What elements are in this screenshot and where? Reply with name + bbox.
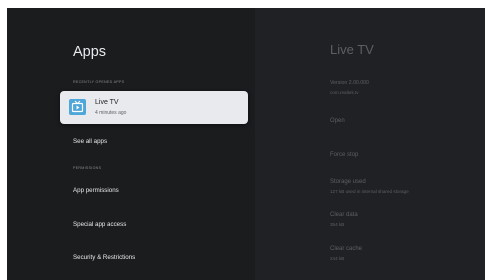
recent-app-name: Live TV: [95, 99, 119, 106]
recent-app-live-tv[interactable]: Live TV 4 minutes ago: [60, 91, 248, 124]
special-app-access[interactable]: Special app access: [73, 221, 126, 228]
tv-screen: Apps RECENTLY OPENED APPS Live TV 4 minu…: [7, 8, 485, 280]
force-stop-button[interactable]: Force stop: [330, 152, 358, 158]
storage-used-detail: 127 kB used in internal shared storage: [330, 189, 409, 194]
security-restrictions[interactable]: Security & Restrictions: [73, 254, 135, 261]
page-title: Apps: [73, 44, 107, 60]
tv-icon: [69, 99, 86, 115]
recent-app-time: 4 minutes ago: [95, 110, 127, 116]
permissions-header: PERMISSIONS: [73, 166, 102, 170]
storage-used-item[interactable]: Storage used: [330, 179, 366, 185]
apps-panel: Apps RECENTLY OPENED APPS Live TV 4 minu…: [7, 8, 255, 280]
clear-cache-button[interactable]: Clear cache: [330, 246, 362, 252]
open-button[interactable]: Open: [330, 118, 345, 124]
clear-cache-size: 244 kB: [330, 256, 345, 261]
clear-data-button[interactable]: Clear data: [330, 212, 358, 218]
app-info-title: Live TV: [330, 42, 374, 57]
clear-data-size: 354 kB: [330, 222, 345, 227]
app-package: com.realtek.tv: [330, 90, 359, 95]
app-permissions[interactable]: App permissions: [73, 187, 119, 194]
app-info-panel: Live TV Version 2.00.000 com.realtek.tv …: [255, 8, 485, 280]
recent-apps-header: RECENTLY OPENED APPS: [73, 80, 125, 84]
see-all-apps[interactable]: See all apps: [73, 138, 107, 145]
app-version: Version 2.00.000: [330, 80, 369, 86]
